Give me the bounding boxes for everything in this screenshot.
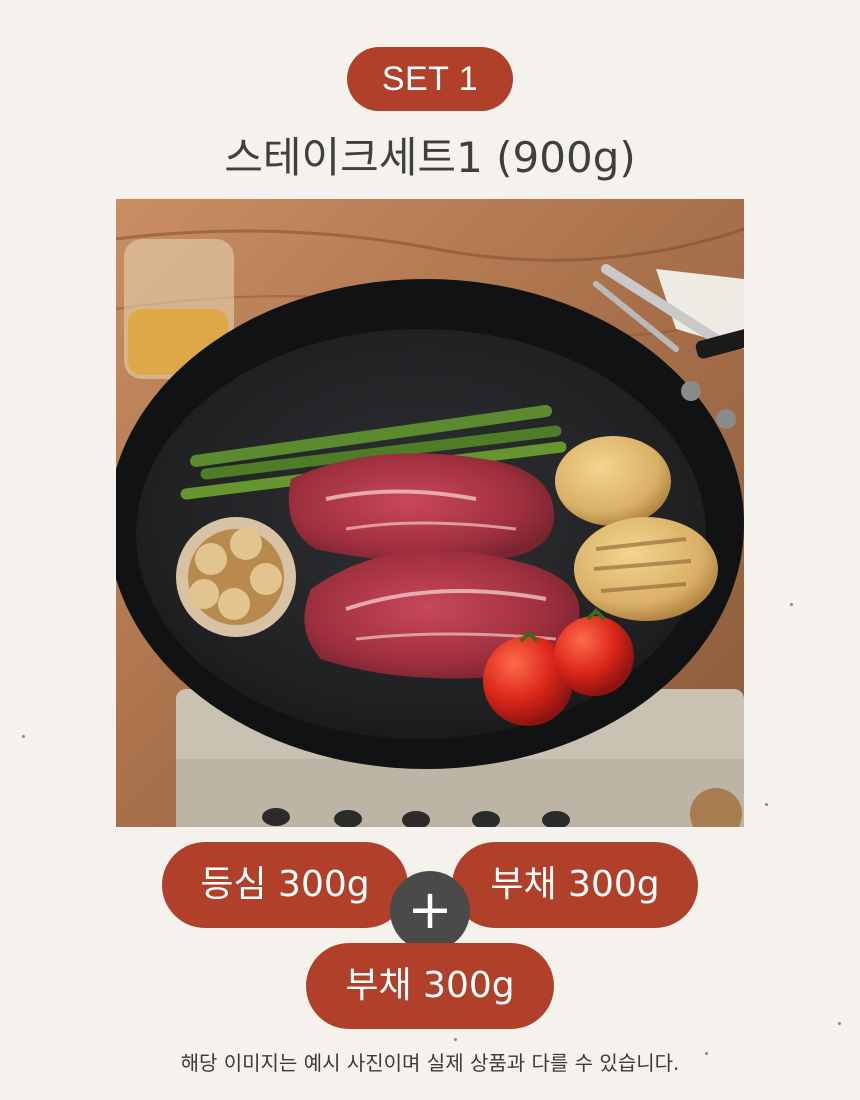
- background-speck: [838, 1022, 841, 1025]
- background-speck: [790, 603, 793, 606]
- background-speck: [765, 803, 768, 806]
- background-speck: [454, 1038, 457, 1041]
- background-speck: [22, 735, 25, 738]
- set-badge: SET 1: [347, 47, 513, 111]
- plus-icon: +: [390, 871, 470, 951]
- item-pill-buchae-second: 부채 300g: [306, 943, 554, 1029]
- steak-set-photo: [116, 199, 744, 827]
- page-title: 스테이크세트1 (900g): [224, 133, 636, 182]
- item-pill-buchae: 부채 300g: [452, 842, 698, 928]
- item-pill-deungsim: 등심 300g: [162, 842, 408, 928]
- disclaimer-text: 해당 이미지는 예시 사진이며 실제 상품과 다를 수 있습니다.: [180, 1051, 680, 1075]
